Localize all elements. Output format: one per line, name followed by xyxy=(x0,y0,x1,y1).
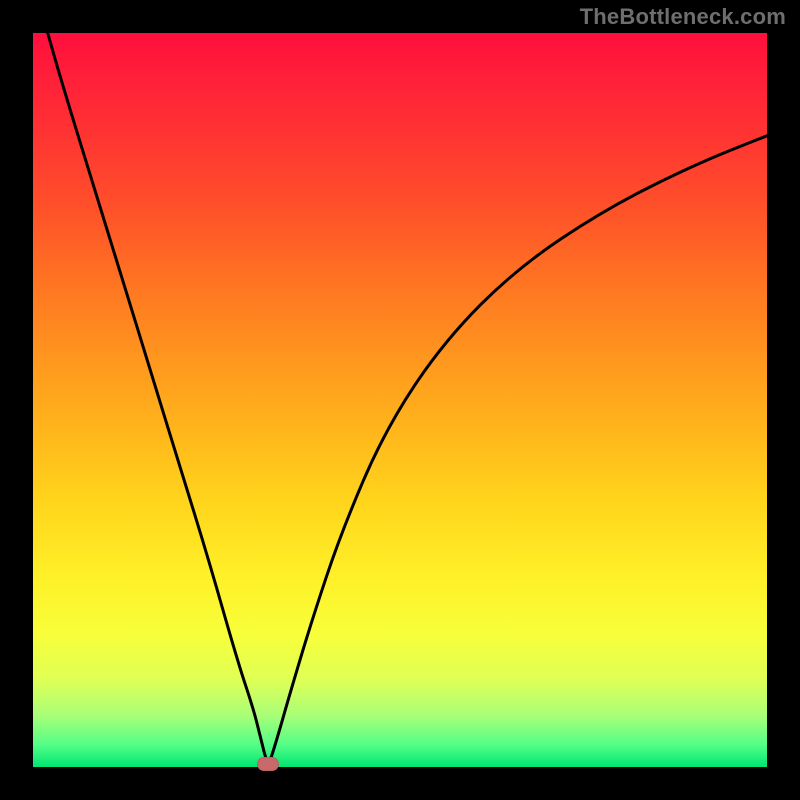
minimum-marker xyxy=(257,757,279,771)
chart-frame: TheBottleneck.com xyxy=(0,0,800,800)
watermark-text: TheBottleneck.com xyxy=(580,4,786,30)
curve-svg xyxy=(33,33,767,767)
bottleneck-curve xyxy=(48,33,767,761)
plot-area xyxy=(33,33,767,767)
